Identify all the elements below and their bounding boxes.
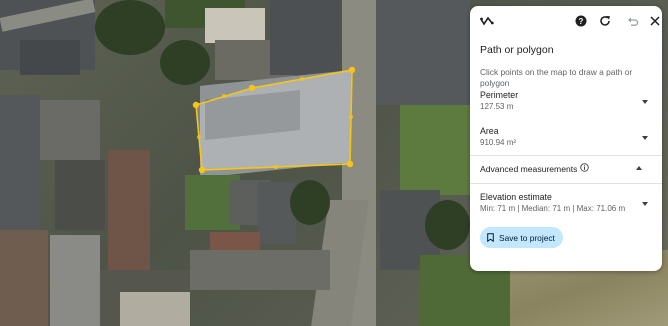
refresh-icon[interactable] — [598, 14, 612, 28]
chevron-down-icon[interactable] — [642, 100, 648, 104]
polygon-midpoint[interactable] — [348, 114, 354, 120]
measure-panel: ? Path or polygon Click points on the ma… — [470, 6, 662, 271]
ruler-icon — [480, 14, 494, 28]
elevation-value: Min: 71 m | Median: 71 m | Max: 71.06 m — [480, 204, 626, 213]
elevation-label: Elevation estimate — [480, 192, 552, 202]
info-icon[interactable] — [580, 163, 590, 174]
undo-icon[interactable] — [626, 14, 640, 28]
chevron-down-icon[interactable] — [642, 202, 648, 206]
divider — [470, 155, 662, 156]
elevation-row[interactable]: Elevation estimate Min: 71 m | Median: 7… — [480, 192, 654, 213]
polygon-midpoint[interactable] — [221, 93, 227, 99]
polygon-midpoint[interactable] — [273, 164, 279, 170]
polygon-midpoint[interactable] — [196, 134, 202, 140]
polygon-vertex[interactable] — [248, 84, 256, 92]
panel-toolbar: ? — [480, 14, 660, 30]
perimeter-label: Perimeter — [480, 90, 519, 100]
panel-title: Path or polygon — [480, 44, 554, 56]
perimeter-value: 127.53 m — [480, 102, 514, 111]
polygon-shape — [195, 69, 353, 171]
bookmark-icon — [487, 233, 494, 242]
panel-hint: Click points on the map to draw a path o… — [480, 67, 633, 88]
chevron-up-icon[interactable] — [636, 166, 642, 170]
advanced-measurements-label: Advanced measurements — [480, 163, 578, 174]
chevron-down-icon[interactable] — [642, 136, 648, 140]
advanced-measurements-toggle[interactable]: Advanced measurements — [480, 163, 590, 174]
save-to-project-button[interactable]: Save to project — [480, 227, 563, 248]
polygon-vertex[interactable] — [192, 101, 200, 109]
close-icon[interactable] — [648, 14, 662, 28]
polygon-vertex[interactable] — [198, 166, 206, 174]
area-label: Area — [480, 126, 499, 136]
polygon-vertex[interactable] — [346, 160, 354, 168]
polygon-vertex[interactable] — [348, 66, 356, 74]
divider — [470, 183, 662, 184]
perimeter-row[interactable]: Perimeter 127.53 m — [480, 90, 654, 111]
polygon-midpoint[interactable] — [299, 76, 305, 82]
area-value: 910.94 m² — [480, 138, 517, 147]
save-to-project-label: Save to project — [499, 232, 555, 243]
svg-text:?: ? — [579, 17, 584, 26]
area-row[interactable]: Area 910.94 m² — [480, 126, 654, 147]
help-icon[interactable]: ? — [574, 14, 588, 28]
